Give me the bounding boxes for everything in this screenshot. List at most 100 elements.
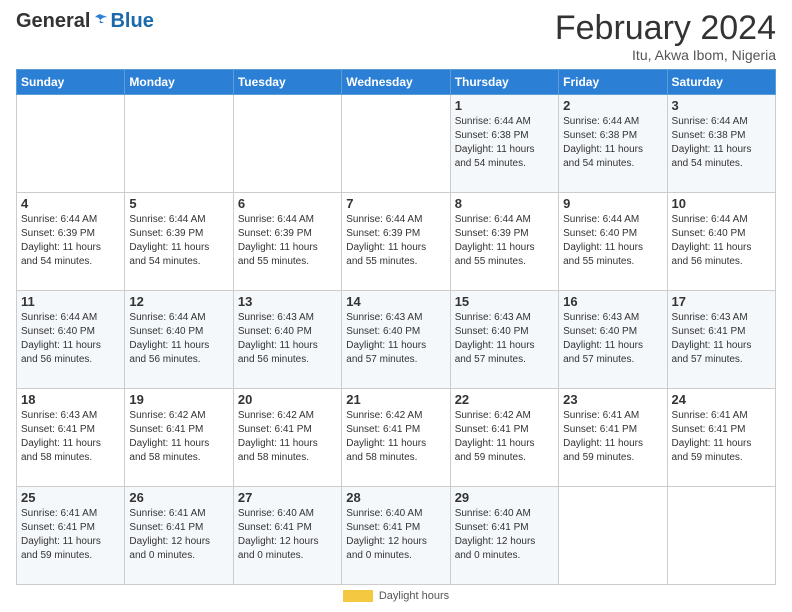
daylight-swatch bbox=[343, 590, 373, 602]
day-header-thursday: Thursday bbox=[450, 70, 558, 95]
calendar-cell: 4Sunrise: 6:44 AM Sunset: 6:39 PM Daylig… bbox=[17, 193, 125, 291]
day-number: 27 bbox=[238, 490, 337, 505]
location-subtitle: Itu, Akwa Ibom, Nigeria bbox=[555, 47, 776, 63]
day-info: Sunrise: 6:42 AM Sunset: 6:41 PM Dayligh… bbox=[346, 409, 445, 465]
logo-blue-text: Blue bbox=[110, 10, 153, 33]
day-info: Sunrise: 6:43 AM Sunset: 6:40 PM Dayligh… bbox=[238, 311, 337, 367]
day-number: 2 bbox=[563, 98, 662, 113]
day-info: Sunrise: 6:44 AM Sunset: 6:39 PM Dayligh… bbox=[346, 213, 445, 269]
day-number: 21 bbox=[346, 392, 445, 407]
calendar-cell: 21 Sunrise: 6:42 AM Sunset: 6:41 PM Dayli… bbox=[342, 389, 450, 487]
day-info: Sunrise: 6:43 AM Sunset: 6:40 PM Dayligh… bbox=[346, 311, 445, 367]
day-info: Sunrise: 6:44 AM Sunset: 6:39 PM Dayligh… bbox=[129, 213, 228, 269]
day-header-wednesday: Wednesday bbox=[342, 70, 450, 95]
day-number: 7 bbox=[346, 196, 445, 211]
calendar-week-row: 25 Sunrise: 6:41 AM Sunset: 6:41 PM Dayli… bbox=[17, 487, 776, 585]
day-number: 13 bbox=[238, 294, 337, 309]
calendar-cell: 24 Sunrise: 6:41 AM Sunset: 6:41 PM Dayli… bbox=[667, 389, 775, 487]
calendar-cell: 20Sunrise: 6:42 AM Sunset: 6:41 PM Dayli… bbox=[233, 389, 341, 487]
calendar-cell bbox=[17, 95, 125, 193]
day-number: 24 bbox=[672, 392, 771, 407]
day-number: 15 bbox=[455, 294, 554, 309]
calendar-cell bbox=[667, 487, 775, 585]
day-info: Sunrise: 6:41 AM Sunset: 6:41 PM Dayligh… bbox=[563, 409, 662, 465]
day-info: Sunrise: 6:40 AM Sunset: 6:41 PM Dayligh… bbox=[455, 507, 554, 563]
day-header-monday: Monday bbox=[125, 70, 233, 95]
day-number: 3 bbox=[672, 98, 771, 113]
day-number: 28 bbox=[346, 490, 445, 505]
day-number: 26 bbox=[129, 490, 228, 505]
calendar-cell bbox=[559, 487, 667, 585]
day-number: 8 bbox=[455, 196, 554, 211]
logo: General Blue bbox=[16, 10, 154, 33]
calendar-cell: 8 Sunrise: 6:44 AM Sunset: 6:39 PM Daylig… bbox=[450, 193, 558, 291]
calendar-cell: 6Sunrise: 6:44 AM Sunset: 6:39 PM Daylig… bbox=[233, 193, 341, 291]
day-header-sunday: Sunday bbox=[17, 70, 125, 95]
day-number: 10 bbox=[672, 196, 771, 211]
calendar-cell: 28 Sunrise: 6:40 AM Sunset: 6:41 PM Dayli… bbox=[342, 487, 450, 585]
calendar-cell: 25 Sunrise: 6:41 AM Sunset: 6:41 PM Dayli… bbox=[17, 487, 125, 585]
day-info: Sunrise: 6:41 AM Sunset: 6:41 PM Dayligh… bbox=[129, 507, 228, 563]
day-number: 22 bbox=[455, 392, 554, 407]
day-header-friday: Friday bbox=[559, 70, 667, 95]
calendar-cell: 15 Sunrise: 6:43 AM Sunset: 6:40 PM Dayli… bbox=[450, 291, 558, 389]
calendar-cell bbox=[342, 95, 450, 193]
day-info: Sunrise: 6:40 AM Sunset: 6:41 PM Dayligh… bbox=[238, 507, 337, 563]
day-number: 11 bbox=[21, 294, 120, 309]
day-info: Sunrise: 6:43 AM Sunset: 6:40 PM Dayligh… bbox=[455, 311, 554, 367]
day-info: Sunrise: 6:42 AM Sunset: 6:41 PM Dayligh… bbox=[455, 409, 554, 465]
day-info: Sunrise: 6:44 AM Sunset: 6:40 PM Dayligh… bbox=[129, 311, 228, 367]
calendar-cell: 10 Sunrise: 6:44 AM Sunset: 6:40 PM Dayli… bbox=[667, 193, 775, 291]
day-info: Sunrise: 6:43 AM Sunset: 6:40 PM Dayligh… bbox=[563, 311, 662, 367]
header: General Blue February 2024 Itu, Akwa Ibo… bbox=[16, 10, 776, 63]
day-number: 17 bbox=[672, 294, 771, 309]
day-number: 5 bbox=[129, 196, 228, 211]
month-title: February 2024 bbox=[555, 10, 776, 47]
day-info: Sunrise: 6:41 AM Sunset: 6:41 PM Dayligh… bbox=[21, 507, 120, 563]
calendar-footer: Daylight hours bbox=[16, 590, 776, 602]
day-header-tuesday: Tuesday bbox=[233, 70, 341, 95]
calendar-cell: 7 Sunrise: 6:44 AM Sunset: 6:39 PM Daylig… bbox=[342, 193, 450, 291]
calendar-cell: 27 Sunrise: 6:40 AM Sunset: 6:41 PM Dayli… bbox=[233, 487, 341, 585]
calendar-cell: 3 Sunrise: 6:44 AM Sunset: 6:38 PM Daylig… bbox=[667, 95, 775, 193]
day-number: 18 bbox=[21, 392, 120, 407]
day-info: Sunrise: 6:42 AM Sunset: 6:41 PM Dayligh… bbox=[129, 409, 228, 465]
day-info: Sunrise: 6:44 AM Sunset: 6:39 PM Dayligh… bbox=[455, 213, 554, 269]
day-info: Sunrise: 6:40 AM Sunset: 6:41 PM Dayligh… bbox=[346, 507, 445, 563]
calendar-week-row: 11 Sunrise: 6:44 AM Sunset: 6:40 PM Dayli… bbox=[17, 291, 776, 389]
calendar-cell: 12 Sunrise: 6:44 AM Sunset: 6:40 PM Dayli… bbox=[125, 291, 233, 389]
logo-bird-icon bbox=[92, 13, 110, 31]
calendar-cell: 9Sunrise: 6:44 AM Sunset: 6:40 PM Daylig… bbox=[559, 193, 667, 291]
day-number: 1 bbox=[455, 98, 554, 113]
logo-general-text: General bbox=[16, 10, 90, 33]
day-info: Sunrise: 6:44 AM Sunset: 6:38 PM Dayligh… bbox=[672, 115, 771, 171]
calendar-cell: 11 Sunrise: 6:44 AM Sunset: 6:40 PM Dayli… bbox=[17, 291, 125, 389]
calendar-cell: 22 Sunrise: 6:42 AM Sunset: 6:41 PM Dayli… bbox=[450, 389, 558, 487]
day-info: Sunrise: 6:43 AM Sunset: 6:41 PM Dayligh… bbox=[21, 409, 120, 465]
calendar-cell: 2 Sunrise: 6:44 AM Sunset: 6:38 PM Daylig… bbox=[559, 95, 667, 193]
day-number: 4 bbox=[21, 196, 120, 211]
day-number: 25 bbox=[21, 490, 120, 505]
calendar-cell: 29 Sunrise: 6:40 AM Sunset: 6:41 PM Dayli… bbox=[450, 487, 558, 585]
day-number: 29 bbox=[455, 490, 554, 505]
day-info: Sunrise: 6:41 AM Sunset: 6:41 PM Dayligh… bbox=[672, 409, 771, 465]
calendar-table: SundayMondayTuesdayWednesdayThursdayFrid… bbox=[16, 69, 776, 585]
day-info: Sunrise: 6:44 AM Sunset: 6:38 PM Dayligh… bbox=[563, 115, 662, 171]
day-number: 6 bbox=[238, 196, 337, 211]
calendar-cell: 14 Sunrise: 6:43 AM Sunset: 6:40 PM Dayli… bbox=[342, 291, 450, 389]
calendar-week-row: 4 Sunrise: 6:44 AM Sunset: 6:39 PM Daylig… bbox=[17, 193, 776, 291]
day-info: Sunrise: 6:44 AM Sunset: 6:40 PM Dayligh… bbox=[672, 213, 771, 269]
day-info: Sunrise: 6:44 AM Sunset: 6:40 PM Dayligh… bbox=[21, 311, 120, 367]
day-number: 14 bbox=[346, 294, 445, 309]
title-area: February 2024 Itu, Akwa Ibom, Nigeria bbox=[555, 10, 776, 63]
calendar-cell bbox=[125, 95, 233, 193]
day-number: 12 bbox=[129, 294, 228, 309]
day-info: Sunrise: 6:44 AM Sunset: 6:38 PM Dayligh… bbox=[455, 115, 554, 171]
day-info: Sunrise: 6:43 AM Sunset: 6:41 PM Dayligh… bbox=[672, 311, 771, 367]
calendar-cell: 17 Sunrise: 6:43 AM Sunset: 6:41 PM Dayli… bbox=[667, 291, 775, 389]
calendar-cell: 5 Sunrise: 6:44 AM Sunset: 6:39 PM Daylig… bbox=[125, 193, 233, 291]
calendar-cell bbox=[233, 95, 341, 193]
calendar-cell: 19Sunrise: 6:42 AM Sunset: 6:41 PM Dayli… bbox=[125, 389, 233, 487]
calendar-header-row: SundayMondayTuesdayWednesdayThursdayFrid… bbox=[17, 70, 776, 95]
calendar-cell: 23Sunrise: 6:41 AM Sunset: 6:41 PM Dayli… bbox=[559, 389, 667, 487]
